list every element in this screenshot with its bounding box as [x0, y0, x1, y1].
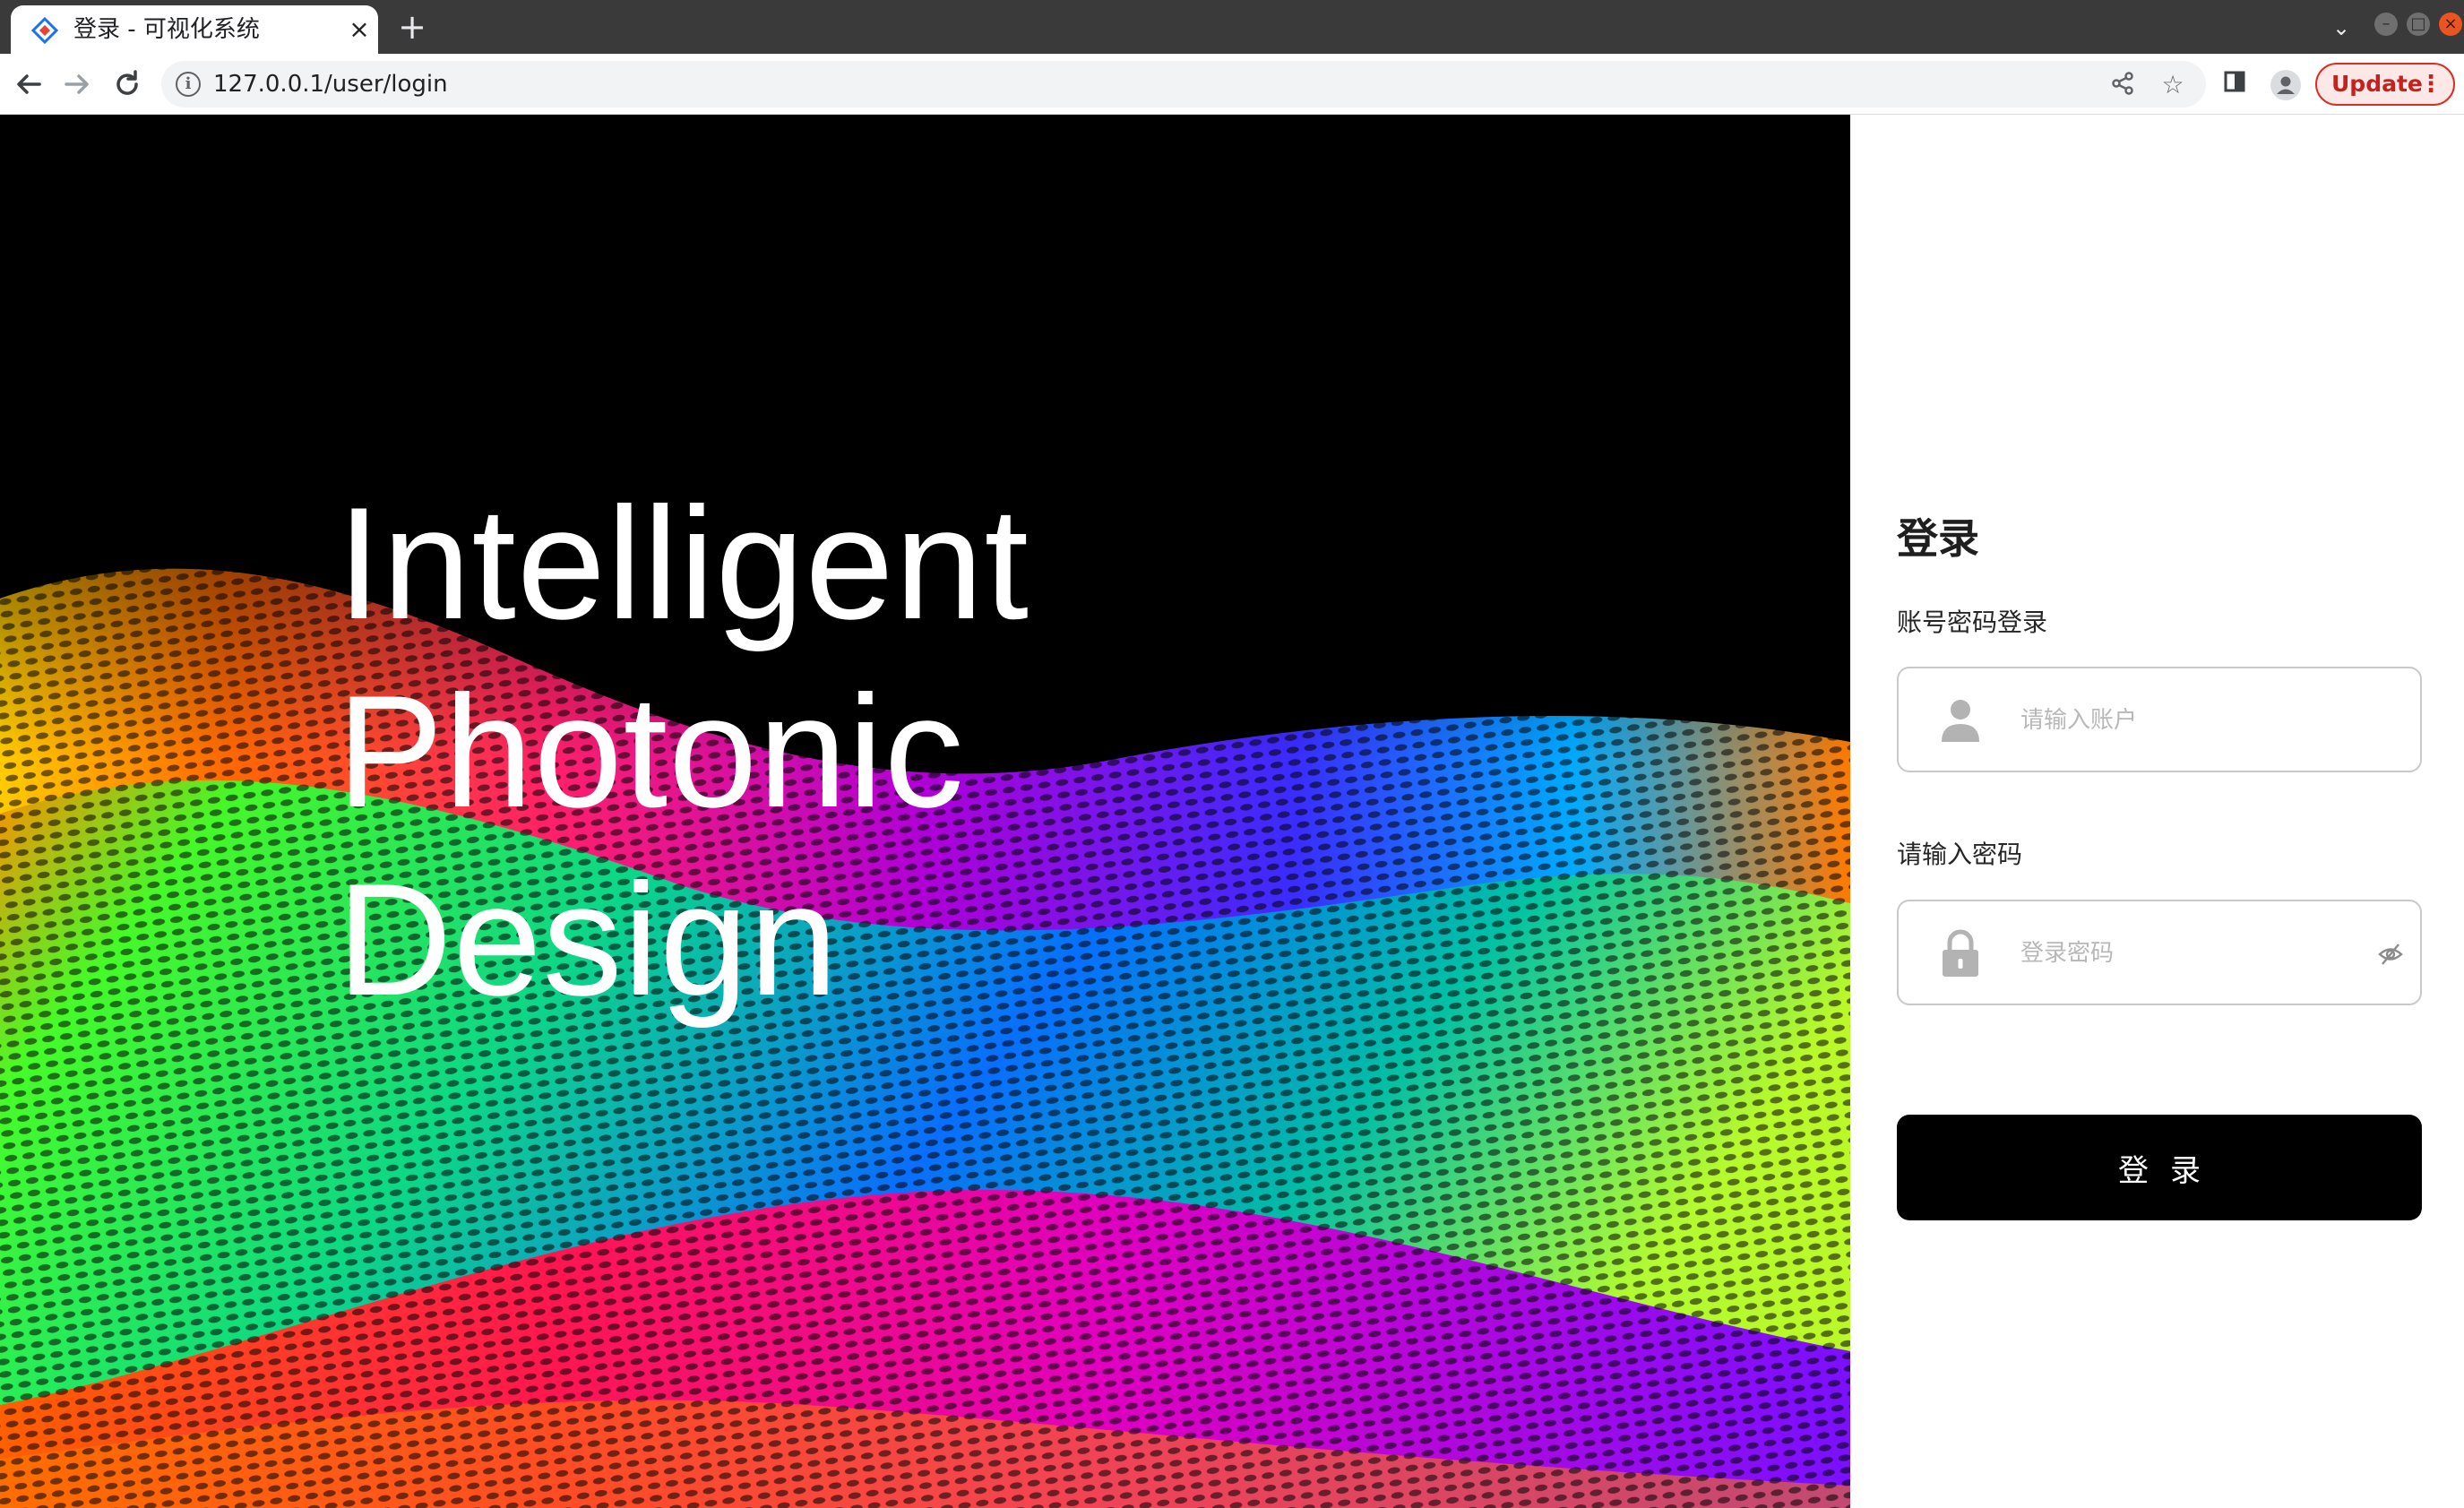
password-label: 请输入密码	[1897, 840, 2023, 869]
tab-title: 登录 - 可视化系统	[73, 16, 260, 43]
url-text[interactable]: 127.0.0.1/user/login	[213, 61, 448, 108]
arrow-right-icon	[65, 74, 89, 94]
hero-title-line-2: Photonic	[337, 662, 965, 840]
username-field[interactable]	[1897, 667, 2422, 772]
address-bar[interactable]: i 127.0.0.1/user/login ☆	[161, 61, 2206, 108]
diamond-logo-icon	[30, 16, 59, 45]
reload-button[interactable]	[109, 66, 145, 102]
update-label: Update	[2331, 71, 2423, 97]
eye-off-icon[interactable]	[2377, 941, 2404, 968]
arrow-left-icon	[17, 74, 41, 94]
back-button[interactable]	[11, 66, 47, 102]
window-maximize-button[interactable]: □	[2407, 13, 2430, 36]
tab-search-chevron-icon[interactable]: ⌄	[2326, 13, 2356, 43]
share-icon[interactable]	[2107, 70, 2138, 100]
username-input[interactable]	[2019, 695, 2359, 745]
window-minimize-button[interactable]: –	[2374, 13, 2398, 36]
reload-icon	[116, 70, 138, 95]
login-method-label: 账号密码登录	[1897, 608, 2048, 637]
hero-title-line-3: Design	[337, 850, 840, 1029]
password-input[interactable]	[2019, 928, 2359, 978]
tab-close-button[interactable]: ×	[344, 14, 375, 45]
password-field[interactable]	[1897, 900, 2422, 1005]
update-button[interactable]: Update ⋮	[2315, 63, 2455, 106]
browser-toolbar: i 127.0.0.1/user/login ☆ Update ⋮	[0, 54, 2464, 115]
side-panel-icon[interactable]	[2218, 68, 2251, 100]
star-icon[interactable]: ☆	[2158, 70, 2188, 100]
profile-icon[interactable]	[2270, 70, 2301, 100]
new-tab-button[interactable]: +	[394, 9, 430, 45]
menu-dots-icon[interactable]: ⋮	[2419, 65, 2442, 104]
hero-title-line-1: Intelligent	[337, 474, 1030, 652]
forward-button[interactable]	[59, 66, 95, 102]
hero-panel: Intelligent Photonic Design	[0, 115, 1850, 1508]
user-icon	[1942, 700, 1979, 742]
login-button[interactable]: 登录	[1897, 1115, 2422, 1220]
info-icon[interactable]: i	[176, 72, 201, 97]
login-panel: 登录 账号密码登录 请输入密码 登录	[1850, 115, 2464, 1508]
browser-tab[interactable]: 登录 - 可视化系统 ×	[11, 5, 378, 54]
browser-tab-strip: 登录 - 可视化系统 × + ⌄ – □ ×	[0, 0, 2464, 54]
window-close-button[interactable]: ×	[2439, 13, 2462, 36]
lock-icon	[1943, 929, 1978, 977]
login-title: 登录	[1897, 514, 1979, 563]
